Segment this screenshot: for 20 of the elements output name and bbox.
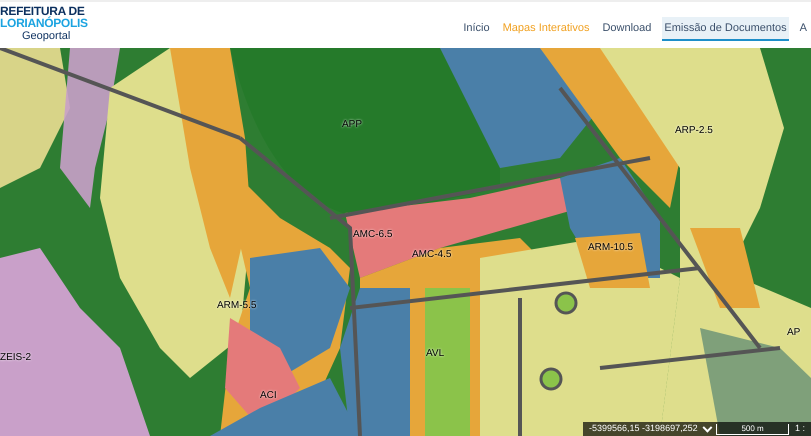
- nav-link[interactable]: Início: [461, 16, 492, 42]
- zone-label: ACI: [260, 389, 277, 403]
- zone-label: AP: [787, 326, 800, 340]
- nav-link[interactable]: Download: [600, 16, 654, 42]
- zone-label: AMC-6.5: [353, 228, 392, 242]
- zone-label: ZEIS-2: [0, 351, 32, 365]
- logo[interactable]: REFEITURA DE LORIANÓPOLIS Geoportal: [0, 4, 88, 46]
- logo-line: REFEITURA DE: [0, 4, 85, 16]
- nav-link[interactable]: Emissão de Documentos: [662, 16, 789, 42]
- zone-label: AVL: [426, 347, 444, 361]
- scale-ratio: 1 :: [794, 422, 805, 436]
- zone-label: APP: [342, 118, 362, 132]
- logo-subtitle: Geoportal: [22, 30, 70, 42]
- zone-label: AMC-4.5: [412, 248, 452, 262]
- nav-link[interactable]: A: [798, 16, 809, 42]
- logo-line: LORIANÓPOLIS: [0, 16, 88, 28]
- coordinates-readout: -5399566,15 -3198697,252: [589, 422, 698, 436]
- scale-bar: 500 m: [716, 424, 789, 434]
- zone-label: ARM-10.5: [588, 241, 634, 255]
- zone-label: ARP-2.5: [675, 124, 713, 138]
